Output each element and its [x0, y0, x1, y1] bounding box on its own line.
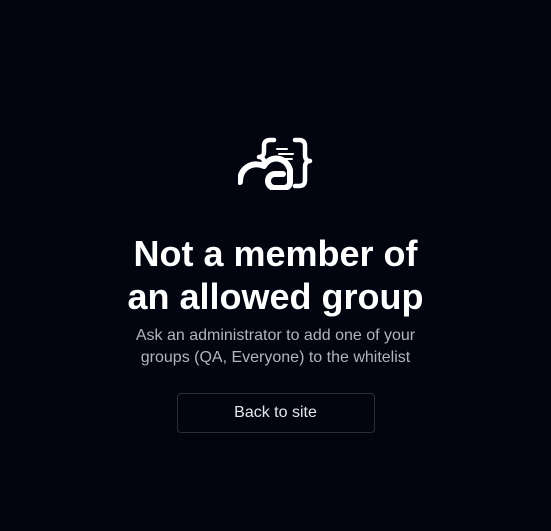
page-title-line-2: an allowed group — [127, 276, 424, 317]
error-message: Ask an administrator to add one of your … — [135, 327, 416, 366]
page-title: Not a member of an allowed group — [66, 232, 486, 318]
error-page: Not a member of an allowed group Ask an … — [0, 0, 551, 531]
cloud-code-logo-icon — [237, 137, 312, 190]
back-to-site-button[interactable]: Back to site — [176, 393, 375, 433]
page-title-line-1: Not a member of — [133, 233, 418, 274]
